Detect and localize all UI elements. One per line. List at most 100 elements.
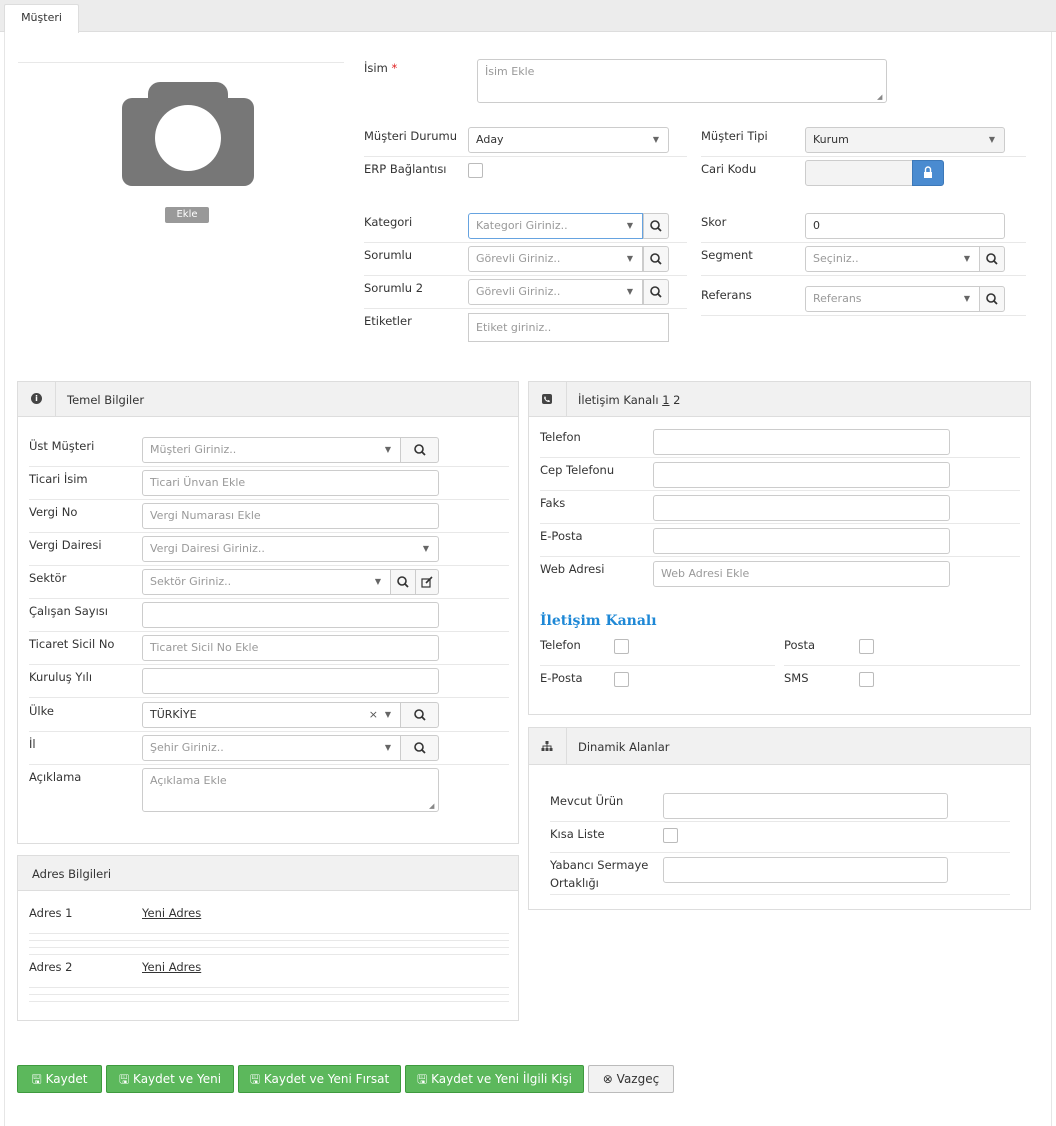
city-label: İl — [29, 737, 36, 751]
channel-phone-checkbox[interactable] — [614, 639, 629, 654]
divider — [29, 933, 509, 934]
mobile-input[interactable] — [653, 462, 950, 488]
email-input[interactable] — [653, 528, 950, 554]
photo-add-button[interactable]: Ekle — [165, 207, 209, 223]
employees-input[interactable] — [142, 602, 439, 628]
address-2-label: Adres 2 — [29, 960, 73, 974]
city-search-button[interactable] — [400, 735, 439, 761]
city-select[interactable]: Şehir Giriniz.. ▼ — [142, 735, 401, 761]
contact-title-group: İletişim Kanalı 1 2 — [578, 393, 681, 407]
channel-title: İletişim Kanalı — [540, 613, 657, 629]
segment-label: Segment — [701, 248, 753, 262]
floppy-icon: 🖫 — [417, 1072, 428, 1086]
erp-checkbox[interactable] — [468, 163, 483, 178]
phone-input[interactable] — [653, 429, 950, 455]
cari-input[interactable] — [805, 160, 915, 186]
lock-icon — [924, 166, 932, 178]
phone-label: Telefon — [540, 430, 581, 444]
address-1-label: Adres 1 — [29, 906, 73, 920]
web-label: Web Adresi — [540, 562, 605, 576]
divider — [540, 490, 1020, 491]
tax-office-select[interactable]: Vergi Dairesi Giriniz.. ▼ — [142, 536, 439, 562]
contact-page-2[interactable]: 2 — [673, 393, 680, 407]
channel-post-checkbox[interactable] — [859, 639, 874, 654]
divider — [540, 523, 1020, 524]
segment-search-button[interactable] — [979, 246, 1005, 272]
country-select[interactable]: TÜRKİYE × ▼ — [142, 702, 401, 728]
close-circle-icon: ⊗ — [602, 1072, 613, 1086]
country-search-button[interactable] — [400, 702, 439, 728]
sector-search-button[interactable] — [390, 569, 416, 595]
search-icon — [986, 253, 998, 265]
divider — [701, 275, 1026, 276]
reference-select[interactable]: Referans ▼ — [805, 286, 980, 312]
channel-sms-checkbox[interactable] — [859, 672, 874, 687]
tab-musteri[interactable]: Müşteri — [4, 4, 79, 33]
chevron-down-icon: ▼ — [626, 287, 633, 296]
name-input[interactable]: İsim Ekle — [477, 59, 887, 103]
channel-post-label: Posta — [784, 638, 816, 652]
owner-select[interactable]: Görevli Giriniz.. ▼ — [468, 246, 643, 272]
trade-name-input[interactable]: Ticari Ünvan Ekle — [142, 470, 439, 496]
score-label: Skor — [701, 215, 727, 229]
reference-label: Referans — [701, 288, 752, 302]
founded-input[interactable] — [142, 668, 439, 694]
divider — [550, 821, 1010, 822]
tax-no-input[interactable]: Vergi Numarası Ekle — [142, 503, 439, 529]
divider — [29, 697, 509, 698]
web-input[interactable]: Web Adresi Ekle — [653, 561, 950, 587]
basic-info-header: i Temel Bilgiler — [18, 382, 518, 417]
search-icon — [650, 253, 662, 265]
product-input[interactable] — [663, 793, 948, 819]
save-new-contact-button[interactable]: 🖫 Kaydet ve Yeni İlgili Kişi — [405, 1065, 584, 1093]
type-select[interactable]: Kurum ▼ — [805, 127, 1005, 153]
divider — [29, 947, 509, 948]
owner-search-button[interactable] — [643, 246, 669, 272]
channel-email-checkbox[interactable] — [614, 672, 629, 687]
save-new-opportunity-button[interactable]: 🖫 Kaydet ve Yeni Fırsat — [238, 1065, 401, 1093]
tags-input[interactable]: Etiket giriniz.. — [468, 313, 669, 342]
camera-icon[interactable] — [122, 78, 254, 186]
address-1-link[interactable]: Yeni Adres — [142, 906, 201, 920]
dynamic-title: Dinamik Alanlar — [578, 740, 670, 754]
cancel-button[interactable]: ⊗ Vazgeç — [588, 1065, 674, 1093]
clear-icon[interactable]: × — [369, 703, 378, 727]
save-button[interactable]: 🖫 Kaydet — [17, 1065, 102, 1093]
sector-select[interactable]: Sektör Giriniz.. ▼ — [142, 569, 391, 595]
divider — [540, 556, 1020, 557]
tab-bar: Müşteri — [0, 0, 1056, 33]
resize-icon: ◢ — [877, 93, 883, 101]
segment-select[interactable]: Seçiniz.. ▼ — [805, 246, 980, 272]
divider — [29, 466, 509, 467]
parent-select[interactable]: Müşteri Giriniz.. ▼ — [142, 437, 401, 463]
owner-label: Sorumlu — [364, 248, 413, 262]
address-2-link[interactable]: Yeni Adres — [142, 960, 201, 974]
registry-label: Ticaret Sicil No — [29, 637, 115, 651]
divider — [701, 156, 1026, 157]
shortlist-checkbox[interactable] — [663, 828, 678, 843]
chevron-down-icon: ▼ — [626, 221, 633, 230]
fax-input[interactable] — [653, 495, 950, 521]
save-new-button[interactable]: 🖫 Kaydet ve Yeni — [106, 1065, 234, 1093]
chevron-down-icon: ▼ — [422, 544, 429, 553]
score-input[interactable]: 0 — [805, 213, 1005, 239]
category-search-button[interactable] — [643, 213, 669, 239]
divider — [29, 994, 509, 995]
owner2-select[interactable]: Görevli Giriniz.. ▼ — [468, 279, 643, 305]
category-select[interactable]: Kategori Giriniz.. ▼ — [468, 213, 643, 239]
owner2-search-button[interactable] — [643, 279, 669, 305]
status-select[interactable]: Aday ▼ — [468, 127, 669, 153]
contact-page-1[interactable]: 1 — [662, 393, 669, 407]
divider — [364, 156, 687, 157]
shortlist-label: Kısa Liste — [550, 827, 605, 841]
lock-button[interactable] — [912, 160, 944, 186]
desc-input[interactable]: Açıklama Ekle — [142, 768, 439, 812]
parent-search-button[interactable] — [400, 437, 439, 463]
registry-input[interactable]: Ticaret Sicil No Ekle — [142, 635, 439, 661]
search-icon — [414, 742, 426, 754]
resize-icon: ◢ — [429, 802, 435, 810]
foreign-input[interactable] — [663, 857, 948, 883]
sector-edit-button[interactable] — [415, 569, 439, 595]
basic-info-title: Temel Bilgiler — [67, 393, 145, 407]
reference-search-button[interactable] — [979, 286, 1005, 312]
